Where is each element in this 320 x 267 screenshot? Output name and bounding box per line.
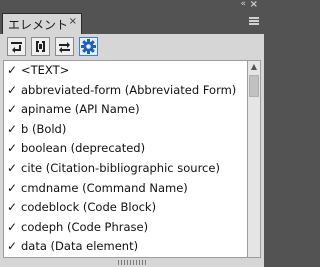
collapse-panel-icon[interactable]: « xyxy=(240,0,245,10)
settings-icon xyxy=(81,39,96,54)
check-icon: ✓ xyxy=(7,160,18,175)
tab-close-icon[interactable]: × xyxy=(69,16,77,27)
list-item[interactable]: ✓ codeblock (Code Block) xyxy=(4,198,247,218)
list-item-label: <TEXT> xyxy=(21,63,70,77)
list-item-label: abbreviated-form (Abbreviated Form) xyxy=(21,82,237,97)
list-item[interactable]: ✓ cmdname (Command Name) xyxy=(4,179,247,199)
vertical-scrollbar[interactable]: ▲ xyxy=(248,60,261,258)
list-item[interactable]: ✓ b (Bold) xyxy=(4,120,247,140)
list-item-label: apiname (API Name) xyxy=(21,102,140,117)
list-item[interactable]: ✓ boolean (deprecated) xyxy=(4,139,247,159)
scroll-up-icon[interactable]: ▲ xyxy=(248,61,260,73)
check-icon: ✓ xyxy=(7,141,18,156)
check-icon: ✓ xyxy=(7,63,18,77)
resize-grip-icon[interactable] xyxy=(118,260,146,265)
scroll-thumb[interactable] xyxy=(249,75,259,97)
change-element-icon xyxy=(59,42,70,53)
check-icon: ✓ xyxy=(7,200,18,215)
check-icon: ✓ xyxy=(7,180,18,195)
tab-row: エレメント × xyxy=(0,11,264,34)
list-item-label: cite (Citation-bibliographic source) xyxy=(21,160,220,175)
list-item[interactable]: ✓ cite (Citation-bibliographic source) xyxy=(4,159,247,179)
list-item-label: data (Data element) xyxy=(21,239,139,254)
check-icon: ✓ xyxy=(7,239,18,254)
list-item-label: b (Bold) xyxy=(21,121,67,136)
list-item-label: codeph (Code Phrase) xyxy=(21,219,149,234)
check-icon: ✓ xyxy=(7,219,18,234)
list-item[interactable]: ✓ data (Data element) xyxy=(4,237,247,257)
check-icon: ✓ xyxy=(7,82,18,97)
tab-label: エレメント xyxy=(8,18,69,32)
panel-footer xyxy=(0,258,264,267)
list-item-label: boolean (deprecated) xyxy=(21,141,146,156)
list-item[interactable]: ✓ <TEXT> xyxy=(4,61,247,81)
close-panel-icon[interactable]: × xyxy=(250,0,258,10)
list-item[interactable]: ✓ abbreviated-form (Abbreviated Form) xyxy=(4,81,247,101)
elements-panel: « × エレメント × ✓ <TEXT> ✓ abbreviated-form … xyxy=(0,0,264,267)
panel-menu-icon[interactable] xyxy=(249,17,259,26)
wrap-element-icon xyxy=(36,41,45,52)
insert-element-button[interactable] xyxy=(7,37,26,56)
check-icon: ✓ xyxy=(7,121,18,136)
toolbar xyxy=(0,34,264,58)
list-item-label: cmdname (Command Name) xyxy=(21,180,188,195)
element-list[interactable]: ✓ <TEXT> ✓ abbreviated-form (Abbreviated Fo… xyxy=(3,60,248,258)
check-icon: ✓ xyxy=(7,102,18,117)
tab-elements[interactable]: エレメント × xyxy=(2,13,82,34)
change-element-button[interactable] xyxy=(55,37,74,56)
insert-element-icon xyxy=(11,42,22,53)
list-item[interactable]: ✓ codeph (Code Phrase) xyxy=(4,218,247,238)
wrap-element-button[interactable] xyxy=(31,37,50,56)
panel-titlebar: « × xyxy=(0,0,264,11)
settings-button[interactable] xyxy=(79,37,98,56)
list-item-label: codeblock (Code Block) xyxy=(21,200,157,215)
list-item[interactable]: ✓ apiname (API Name) xyxy=(4,100,247,120)
